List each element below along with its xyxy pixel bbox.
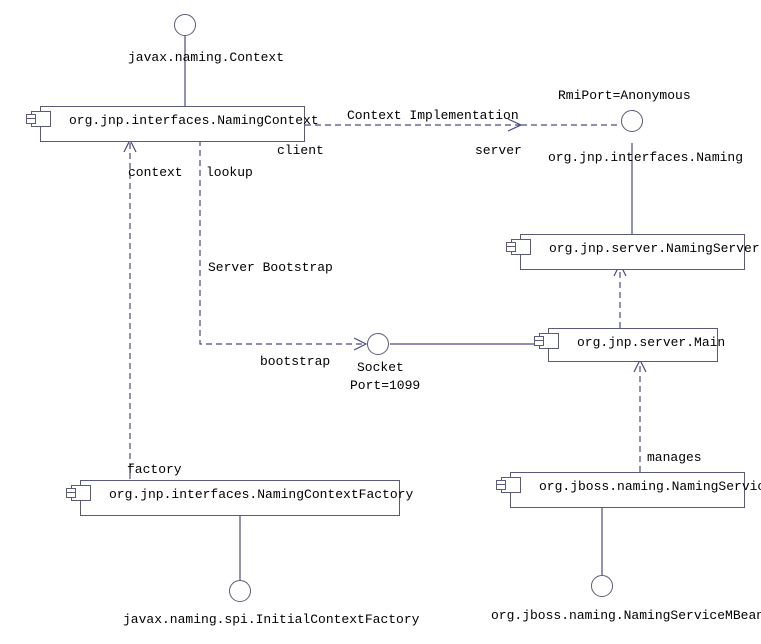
lookup-label: lookup — [206, 165, 253, 180]
naming-server-component: org.jnp.server.NamingServer — [520, 234, 745, 270]
naming-context-component: org.jnp.interfaces.NamingContext — [40, 106, 305, 142]
context-impl-label: Context Implementation — [347, 108, 519, 123]
mbean-interface-icon — [591, 575, 613, 597]
uml-diagram: javax.naming.Context org.jnp.interfaces.… — [0, 0, 761, 644]
icf-label: javax.naming.spi.InitialContextFactory — [123, 612, 419, 627]
component-plug-icon — [501, 477, 521, 493]
main-component: org.jnp.server.Main — [548, 328, 718, 362]
main-label: org.jnp.server.Main — [577, 335, 725, 350]
socket-label: Socket — [357, 360, 404, 375]
server-role-label: server — [475, 143, 522, 158]
ncf-label: org.jnp.interfaces.NamingContextFactory — [109, 487, 413, 502]
arrow-bootstrap — [354, 338, 366, 350]
icf-interface-icon — [229, 580, 251, 602]
component-plug-icon — [539, 333, 559, 349]
manages-label: manages — [647, 450, 702, 465]
context-interface-label: javax.naming.Context — [128, 50, 284, 65]
component-plug-icon — [31, 111, 51, 127]
naming-interface-icon — [621, 110, 643, 132]
bootstrap-role-label: bootstrap — [260, 354, 330, 369]
ncf-component: org.jnp.interfaces.NamingContextFactory — [80, 480, 400, 516]
component-plug-icon — [511, 239, 531, 255]
server-bootstrap-label: Server Bootstrap — [208, 260, 333, 275]
naming-service-component: org.jboss.naming.NamingService — [510, 472, 745, 508]
component-plug-icon — [71, 485, 91, 501]
socket-interface-icon — [367, 333, 389, 355]
client-role-label: client — [277, 143, 324, 158]
context-interface-icon — [174, 14, 196, 36]
socket-port-label: Port=1099 — [350, 378, 420, 393]
mbean-label: org.jboss.naming.NamingServiceMBean — [491, 608, 761, 623]
context-role-label: context — [128, 165, 183, 180]
naming-server-label: org.jnp.server.NamingServer — [549, 241, 760, 256]
rmi-port-label: RmiPort=Anonymous — [558, 88, 691, 103]
factory-role-label: factory — [127, 462, 182, 477]
naming-context-label: org.jnp.interfaces.NamingContext — [69, 113, 319, 128]
naming-service-label: org.jboss.naming.NamingService — [539, 479, 761, 494]
naming-interface-label: org.jnp.interfaces.Naming — [548, 150, 743, 165]
